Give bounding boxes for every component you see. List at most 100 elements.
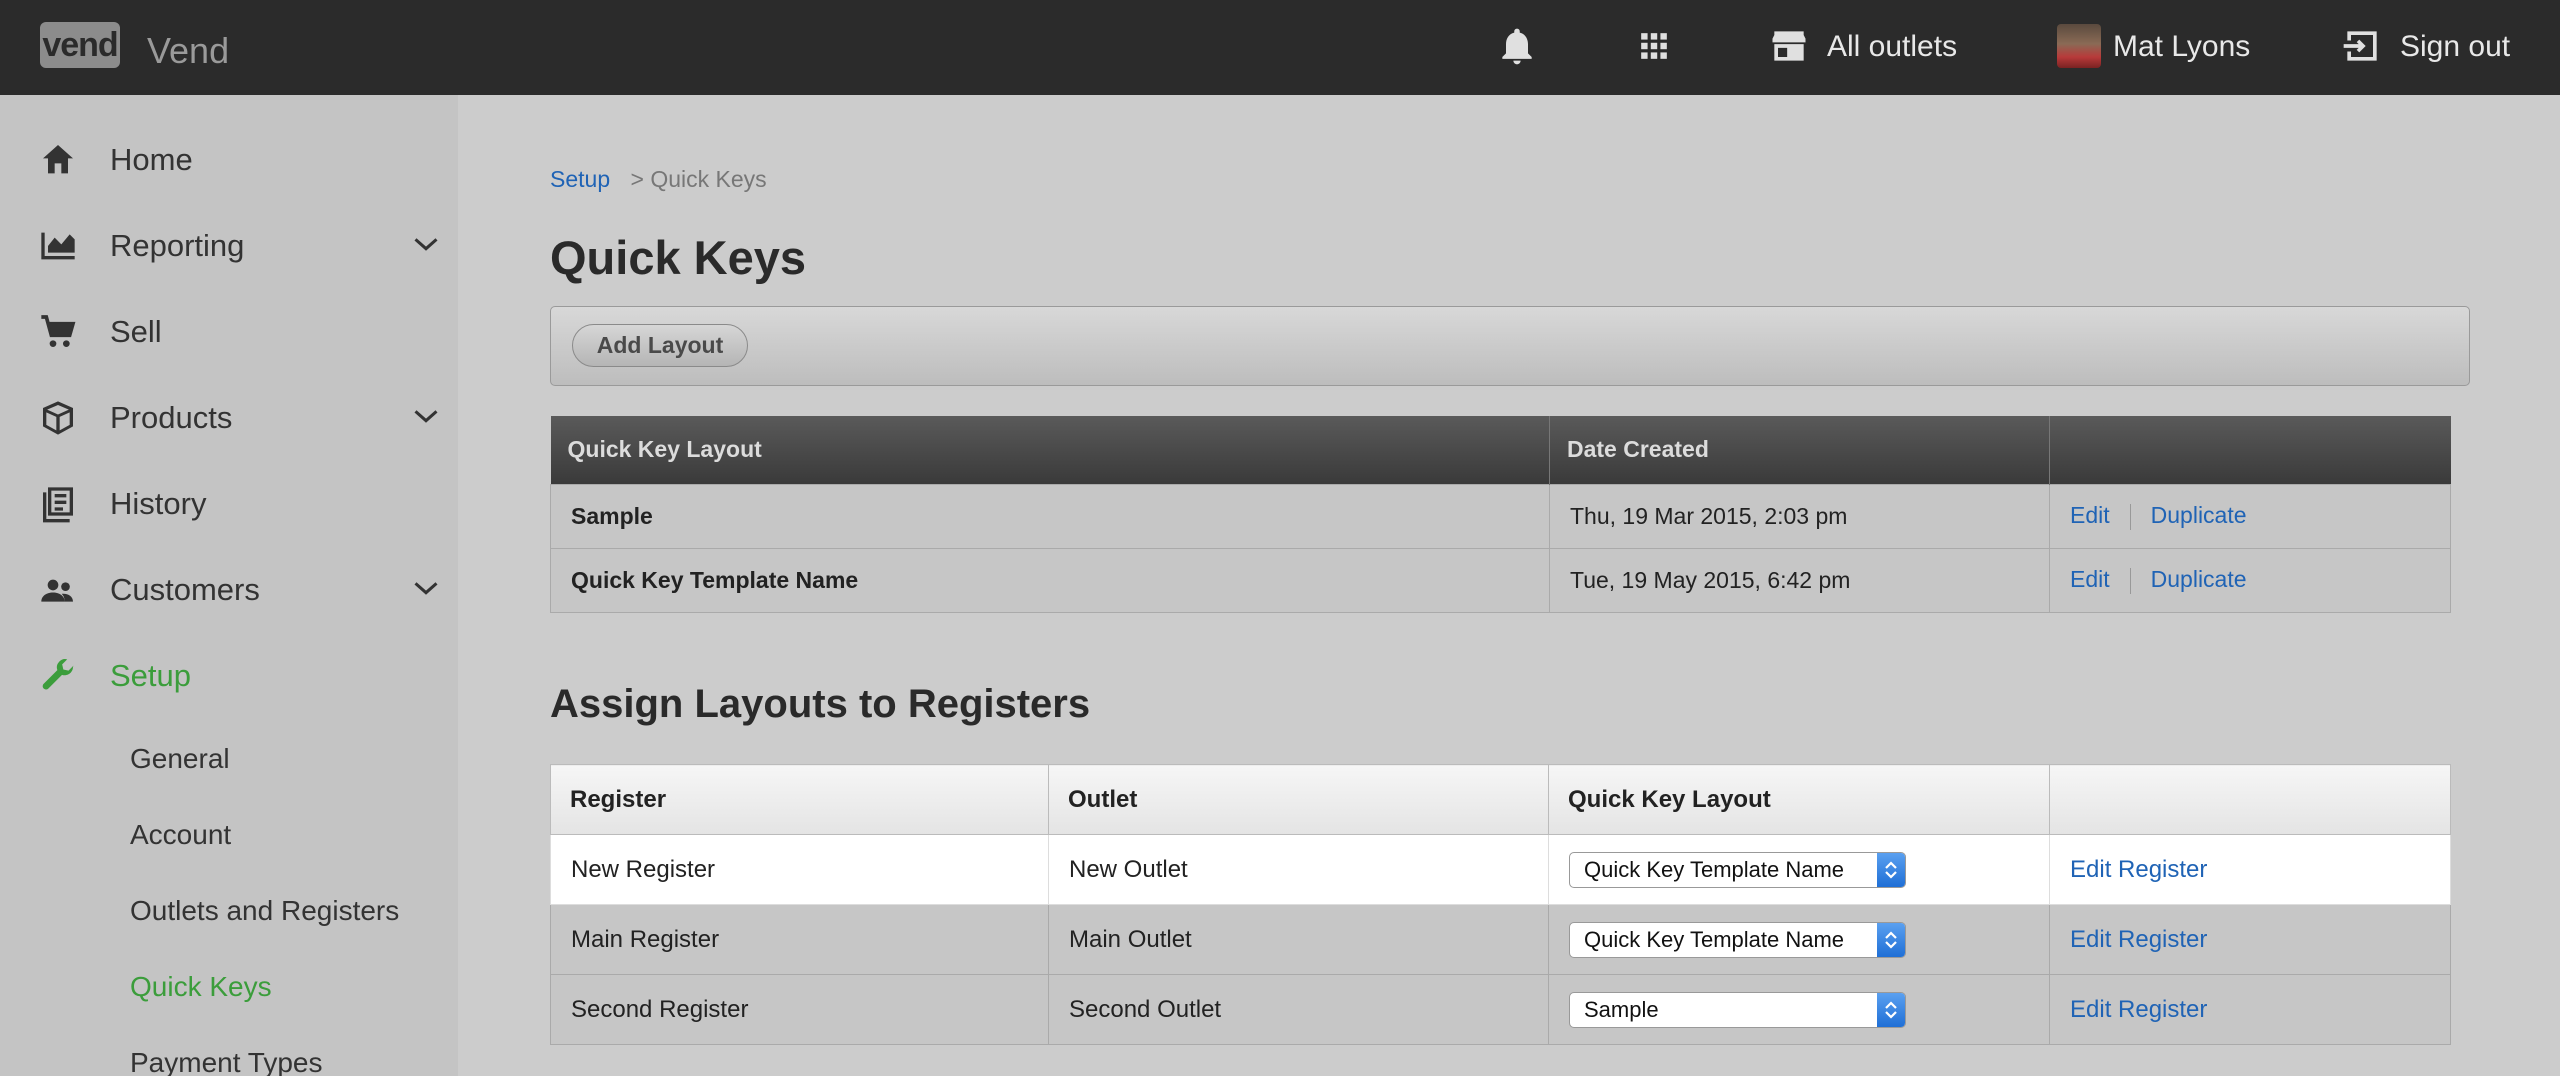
store-icon[interactable]: [1767, 24, 1811, 68]
action-cell: Edit Register: [2049, 974, 2451, 1045]
sidebar-subitem-account[interactable]: Account: [130, 819, 231, 851]
sidebar-item-customers[interactable]: Customers: [0, 548, 458, 628]
table-row: Main Register Main Outlet Quick Key Temp…: [550, 904, 2451, 975]
layout-date: Tue, 19 May 2015, 6:42 pm: [1549, 547, 2050, 613]
outlet-name: New Outlet: [1048, 834, 1549, 905]
outlets-selector[interactable]: All outlets: [1827, 30, 1957, 64]
sidebar-item-label: History: [110, 486, 207, 521]
user-avatar[interactable]: [2057, 24, 2101, 68]
edit-layout-link[interactable]: Edit: [2070, 566, 2110, 592]
sidebar-item-products[interactable]: Products: [0, 376, 458, 456]
layout-actions: Edit Duplicate: [2049, 483, 2451, 549]
sidebar-subitem-payment-types[interactable]: Payment Types: [130, 1047, 322, 1076]
apps-grid-icon[interactable]: [1632, 24, 1676, 68]
layout-name: Sample: [550, 483, 1550, 549]
chevron-down-icon: [414, 410, 438, 423]
sidebar-item-label: Reporting: [110, 228, 245, 263]
sidebar-subitem-outlets-registers[interactable]: Outlets and Registers: [130, 895, 399, 927]
edit-register-link[interactable]: Edit Register: [2070, 856, 2207, 883]
home-icon: [43, 145, 73, 174]
sidebar: Home Reporting Sell Products History Cus…: [0, 95, 458, 1076]
register-name: Second Register: [550, 974, 1049, 1045]
top-bar: vend Vend All outlets Mat Lyons Sign out: [0, 0, 2560, 95]
register-name: Main Register: [550, 904, 1049, 975]
cart-icon: [41, 315, 76, 347]
table-row: Quick Key Template Name Tue, 19 May 2015…: [550, 547, 2451, 613]
sidebar-item-label: Sell: [110, 314, 162, 349]
outlet-name: Main Outlet: [1048, 904, 1549, 975]
column-header: Outlet: [1048, 764, 1549, 835]
column-header: [2049, 764, 2451, 835]
layout-select[interactable]: Sample: [1569, 991, 1906, 1028]
sidebar-item-reporting[interactable]: Reporting: [0, 204, 458, 284]
sidebar-item-history[interactable]: History: [0, 462, 458, 542]
vend-logo[interactable]: vend: [40, 22, 120, 68]
table-row: Sample Thu, 19 Mar 2015, 2:03 pm Edit Dup…: [550, 483, 2451, 549]
layout-name: Quick Key Template Name: [550, 547, 1550, 613]
sidebar-subitem-general[interactable]: General: [130, 743, 230, 775]
sidebar-item-label: Home: [110, 142, 193, 177]
sign-out-link[interactable]: Sign out: [2400, 30, 2510, 64]
sidebar-item-sell[interactable]: Sell: [0, 290, 458, 370]
sidebar-subitem-quick-keys[interactable]: Quick Keys: [130, 971, 272, 1003]
layout-date: Thu, 19 Mar 2015, 2:03 pm: [1549, 483, 2050, 549]
chevron-down-icon: [414, 238, 438, 251]
breadcrumb-setup-link[interactable]: Setup: [550, 166, 610, 192]
sidebar-item-label: Setup: [110, 658, 192, 693]
column-header: Quick Key Layout: [1548, 764, 2050, 835]
action-cell: Edit Register: [2049, 834, 2451, 905]
registers-table: Register Outlet Quick Key Layout New Reg…: [550, 764, 2451, 1045]
user-name[interactable]: Mat Lyons: [2113, 30, 2250, 64]
add-layout-button[interactable]: Add Layout: [572, 324, 748, 367]
edit-layout-link[interactable]: Edit: [2070, 502, 2110, 528]
column-header: Date Created: [1549, 416, 2050, 484]
layout-cell: Quick Key Template Name: [1548, 904, 2050, 975]
bell-icon[interactable]: [1495, 24, 1539, 68]
select-arrows-icon: [1877, 852, 1905, 887]
table-header-row: Quick Key Layout Date Created: [550, 416, 2451, 484]
page-title: Quick Keys: [550, 231, 807, 284]
column-header: Register: [550, 764, 1049, 835]
assign-section-title: Assign Layouts to Registers: [550, 682, 1091, 726]
layout-select-value: Sample: [1584, 996, 1659, 1022]
customers-icon: [41, 579, 73, 602]
layouts-table: Quick Key Layout Date Created Sample Thu…: [550, 416, 2451, 613]
layout-select-value: Quick Key Template Name: [1584, 856, 1845, 882]
divider: [2129, 503, 2131, 530]
register-name: New Register: [550, 834, 1049, 905]
breadcrumb-current: > Quick Keys: [630, 166, 767, 192]
outlet-name: Second Outlet: [1048, 974, 1549, 1045]
app-name: Vend: [147, 30, 230, 71]
action-cell: Edit Register: [2049, 904, 2451, 975]
sidebar-item-home[interactable]: Home: [0, 118, 458, 198]
chevron-down-icon: [414, 582, 438, 595]
layout-cell: Sample: [1548, 974, 2050, 1045]
duplicate-layout-link[interactable]: Duplicate: [2151, 502, 2247, 528]
table-row: New Register New Outlet Quick Key Templa…: [550, 834, 2451, 905]
breadcrumb: Setup > Quick Keys: [550, 166, 767, 193]
layout-cell: Quick Key Template Name: [1548, 834, 2050, 905]
history-list-icon: [43, 487, 73, 523]
box-icon: [43, 401, 73, 435]
edit-register-link[interactable]: Edit Register: [2070, 926, 2207, 953]
layout-select-value: Quick Key Template Name: [1584, 926, 1845, 952]
layout-actions: Edit Duplicate: [2049, 547, 2451, 613]
divider: [2129, 567, 2131, 594]
column-header: Quick Key Layout: [550, 416, 1550, 484]
table-header-row: Register Outlet Quick Key Layout: [550, 764, 2451, 835]
sidebar-item-label: Products: [110, 400, 233, 435]
layout-select[interactable]: Quick Key Template Name: [1569, 921, 1906, 958]
edit-register-link[interactable]: Edit Register: [2070, 996, 2207, 1023]
select-arrows-icon: [1877, 992, 1905, 1027]
layout-select[interactable]: Quick Key Template Name: [1569, 851, 1906, 888]
sidebar-item-setup[interactable]: Setup: [0, 634, 458, 714]
sign-out-icon[interactable]: [2340, 24, 2384, 68]
layouts-toolbar: Add Layout: [550, 306, 2470, 386]
column-header: [2049, 416, 2451, 484]
area-chart-icon: [41, 232, 75, 260]
select-arrows-icon: [1877, 922, 1905, 957]
sidebar-item-label: Customers: [110, 572, 260, 607]
wrench-icon: [42, 659, 74, 690]
table-row: Second Register Second Outlet Sample Edi…: [550, 974, 2451, 1045]
duplicate-layout-link[interactable]: Duplicate: [2151, 566, 2247, 592]
